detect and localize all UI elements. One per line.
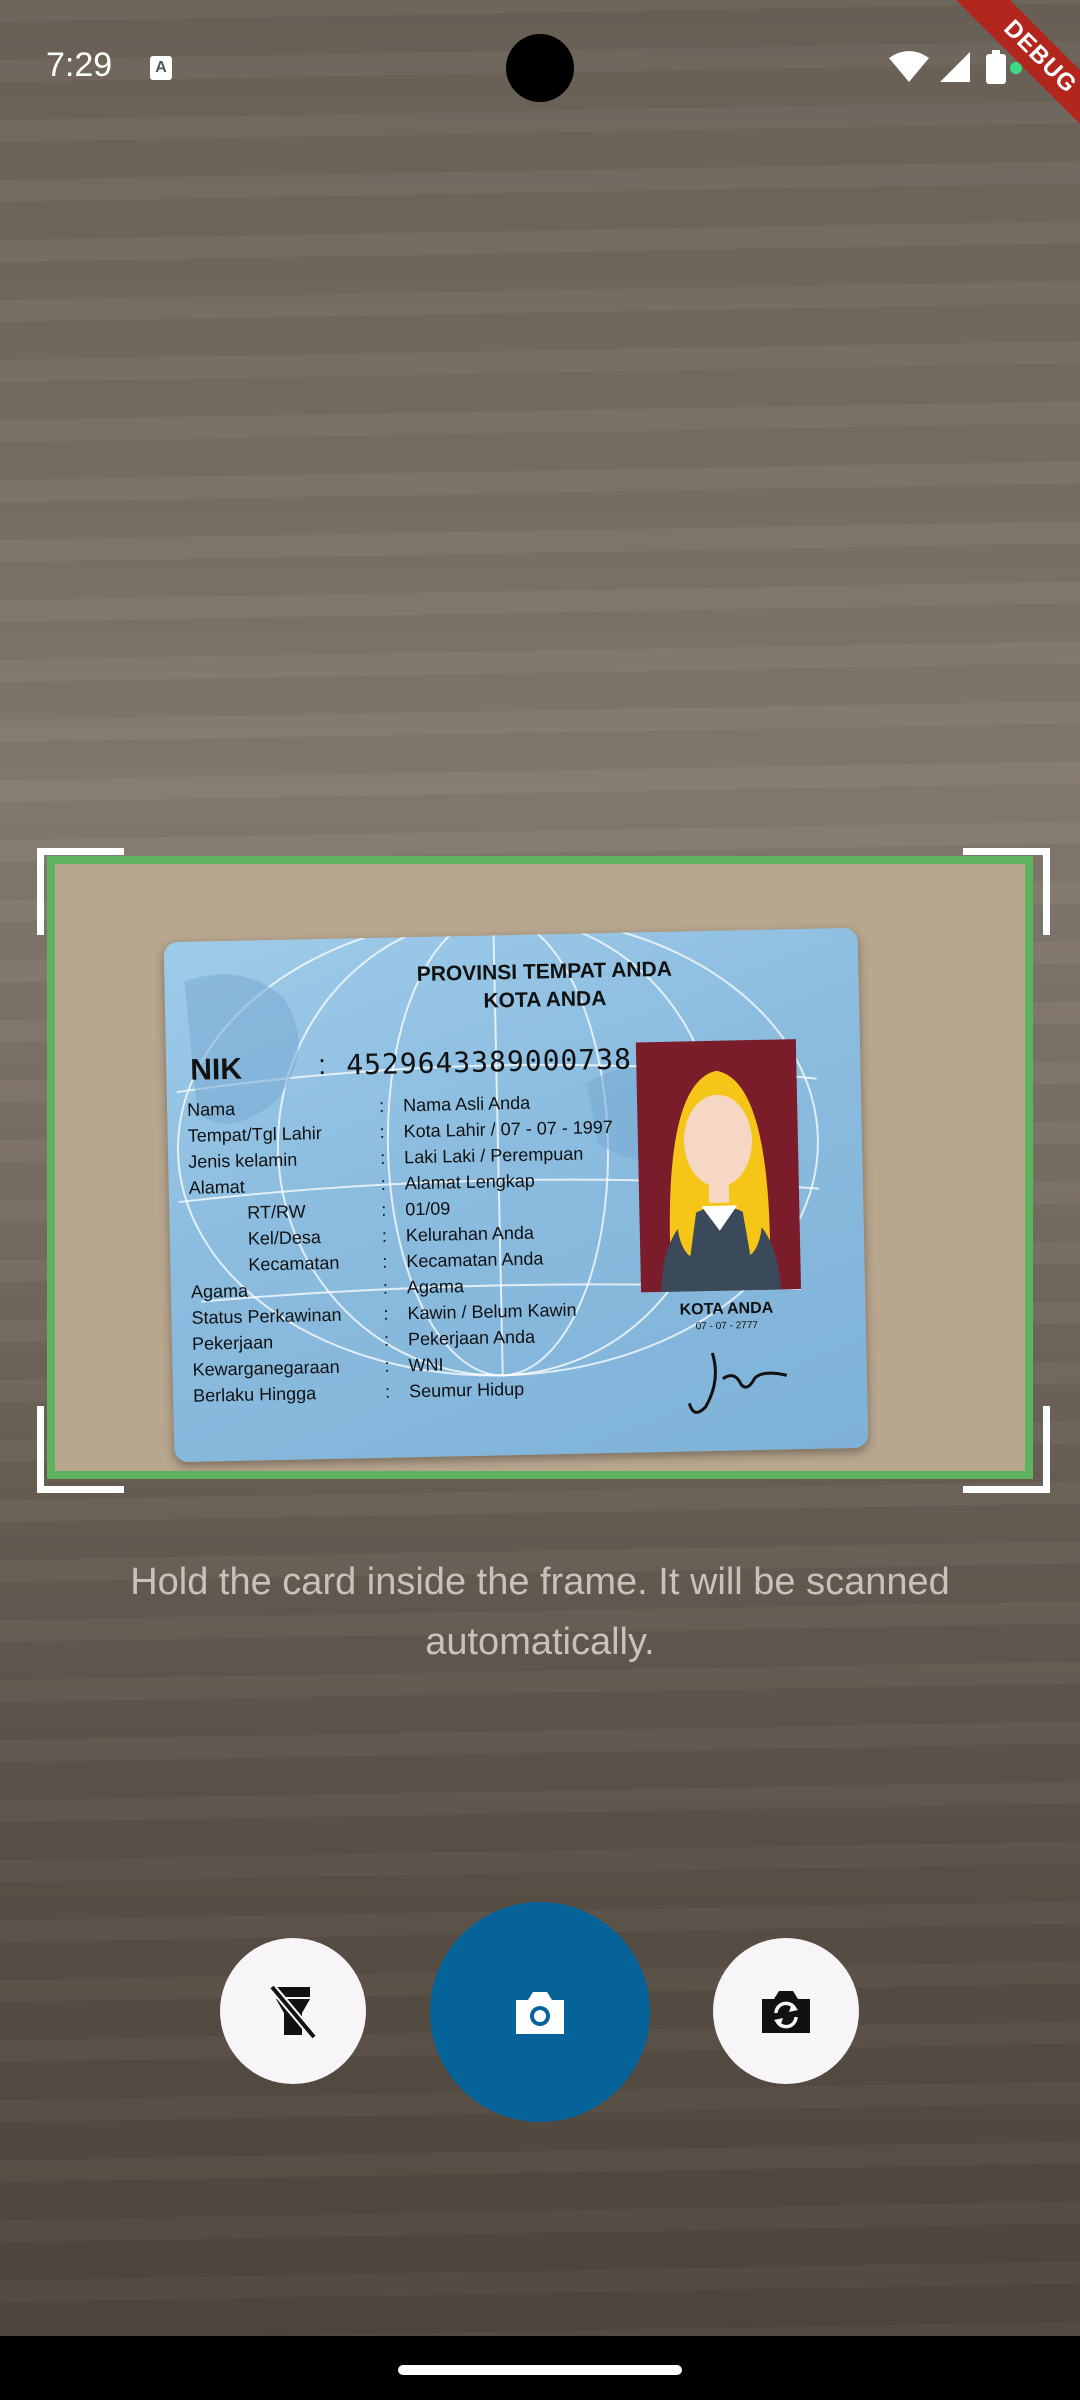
field-label: Nama — [186, 1098, 236, 1120]
field-value: Kelurahan Anda — [405, 1222, 535, 1246]
field-label: RT/RW — [247, 1201, 306, 1223]
field-colon: : — [383, 1329, 390, 1350]
signal-icon — [940, 52, 970, 82]
front-camera-cutout — [506, 34, 574, 102]
field-value: Nama Asli Anda — [402, 1092, 531, 1116]
field-colon: : — [384, 1355, 390, 1376]
field-colon: : — [380, 1173, 386, 1194]
field-colon: : — [381, 1199, 387, 1220]
field-value: Alamat Lengkap — [404, 1170, 536, 1194]
frame-corner-bottom-left — [37, 1406, 124, 1493]
field-value: Laki Laki / Perempuan — [403, 1143, 584, 1168]
scan-instruction: Hold the card inside the frame. It will … — [130, 1561, 950, 1663]
switch-camera-icon — [762, 1991, 810, 2033]
flash-toggle-button[interactable] — [220, 1938, 366, 2084]
person-portrait-icon — [661, 1070, 782, 1292]
field-value: Agama — [406, 1276, 465, 1298]
photo-city: KOTA ANDA — [679, 1299, 774, 1319]
field-label: Alamat — [188, 1176, 246, 1198]
frame-corner-top-right — [963, 848, 1050, 935]
wifi-icon — [889, 51, 929, 82]
status-time: 7:29 — [46, 46, 113, 84]
field-label: Kewarganegaraan — [192, 1356, 340, 1380]
field-value: Kota Lahir / 07 - 07 - 1997 — [403, 1116, 613, 1142]
field-colon: : — [379, 1147, 386, 1168]
field-colon: : — [379, 1121, 385, 1142]
field-label: Jenis kelamin — [188, 1149, 298, 1172]
home-indicator[interactable] — [398, 2365, 682, 2375]
field-value: Seumur Hidup — [408, 1378, 525, 1402]
nik-label: NIK — [189, 1052, 243, 1087]
notification-icon: A — [150, 56, 172, 80]
field-colon: : — [383, 1303, 389, 1324]
scan-frame: PROVINSI TEMPAT ANDA KOTA ANDA NIK : 452… — [47, 856, 1033, 1479]
field-label: Agama — [190, 1280, 249, 1302]
nik-value: 4529643389000738 — [345, 1042, 633, 1082]
field-value: Kawin / Belum Kawin — [407, 1299, 577, 1324]
frame-corner-bottom-right — [963, 1406, 1050, 1493]
switch-camera-button[interactable] — [713, 1938, 859, 2084]
field-value: 01/09 — [405, 1198, 451, 1220]
field-label: Tempat/Tgl Lahir — [187, 1123, 322, 1146]
field-value: Kecamatan Anda — [406, 1248, 544, 1272]
camera-icon — [516, 1992, 564, 2034]
field-value: WNI — [408, 1354, 444, 1376]
field-label: Status Perkawinan — [191, 1304, 342, 1328]
field-label: Pekerjaan — [191, 1332, 274, 1354]
id-card-preview: PROVINSI TEMPAT ANDA KOTA ANDA NIK : 452… — [163, 927, 869, 1463]
field-value: Pekerjaan Anda — [407, 1326, 536, 1350]
flash-off-icon — [268, 1984, 318, 2039]
field-label: Kel/Desa — [247, 1227, 322, 1249]
field-colon: : — [378, 1095, 385, 1116]
id-photo — [635, 1039, 802, 1293]
signature-mark — [687, 1352, 788, 1414]
field-colon: : — [382, 1277, 389, 1298]
nik-colon: : — [317, 1048, 327, 1081]
frame-corner-top-left — [37, 848, 124, 935]
field-label: Kecamatan — [248, 1252, 340, 1275]
field-colon: : — [382, 1251, 388, 1272]
field-colon: : — [384, 1381, 391, 1402]
field-label: Berlaku Hingga — [192, 1383, 317, 1406]
capture-button[interactable] — [430, 1902, 650, 2122]
field-colon: : — [381, 1225, 388, 1246]
